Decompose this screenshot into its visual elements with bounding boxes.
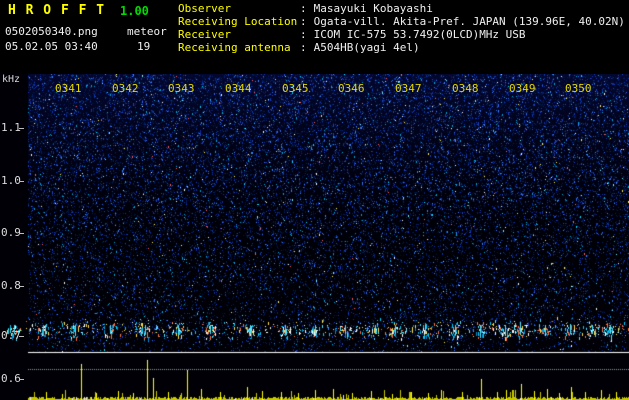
meteor-count: 19 <box>137 40 151 53</box>
freq-tick <box>19 379 24 380</box>
timestamp: 05.02.05 03:40 <box>5 40 98 53</box>
mode-label: meteor <box>127 25 167 38</box>
time-label: 0343 <box>168 82 195 95</box>
info-colon: : <box>300 15 307 28</box>
freq-label: 0.8 <box>1 279 21 292</box>
time-label: 0344 <box>225 82 252 95</box>
info-value: A504HB(yagi 4el) <box>313 41 420 54</box>
info-row: Receiving Location: Ogata-vill. Akita-Pre… <box>178 15 625 28</box>
time-label: 0345 <box>282 82 309 95</box>
info-colon: : <box>300 41 307 54</box>
freq-tick <box>19 128 24 129</box>
freq-tick <box>19 336 24 337</box>
info-value: Masayuki Kobayashi <box>313 2 433 15</box>
freq-label: 1.1 <box>1 121 21 134</box>
freq-label: 0.7 <box>1 329 21 342</box>
freq-tick <box>19 286 24 287</box>
freq-label: 0.6 <box>1 372 21 385</box>
info-colon: : <box>300 28 307 41</box>
khz-label: kHz <box>2 74 21 85</box>
freq-tick <box>19 181 24 182</box>
time-label: 0342 <box>112 82 139 95</box>
freq-label: 0.9 <box>1 226 21 239</box>
spectrogram-canvas <box>0 74 629 400</box>
info-label: Observer <box>178 2 231 15</box>
app-title: H R O F F T <box>8 3 106 18</box>
info-label: Receiving antenna <box>178 41 291 54</box>
info-row: Receiver: ICOM IC-575 53.7492(0LCD)MHz US… <box>178 28 625 41</box>
freq-label: 1.0 <box>1 174 21 187</box>
receiver-info: Observer: Masayuki Kobayashi Receiving Lo… <box>178 2 625 54</box>
time-label: 0346 <box>338 82 365 95</box>
freq-tick <box>19 233 24 234</box>
info-value: Ogata-vill. Akita-Pref. JAPAN (139.96E, … <box>313 15 625 28</box>
time-label: 0350 <box>565 82 592 95</box>
info-row: Receiving antenna: A504HB(yagi 4el) <box>178 41 625 54</box>
info-label: Receiving Location <box>178 15 298 28</box>
info-value: ICOM IC-575 53.7492(0LCD)MHz USB <box>313 28 526 41</box>
time-label: 0347 <box>395 82 422 95</box>
output-filename: 0502050340.png <box>5 25 98 38</box>
app-version: 1.00 <box>120 4 149 18</box>
info-label: Receiver <box>178 28 231 41</box>
time-label: 0348 <box>452 82 479 95</box>
time-label: 0349 <box>509 82 536 95</box>
info-colon: : <box>300 2 307 15</box>
hrofft-screen: H R O F F T 1.00 0502050340.png meteor 0… <box>0 0 629 400</box>
info-row: Observer: Masayuki Kobayashi <box>178 2 625 15</box>
time-label: 0341 <box>55 82 82 95</box>
